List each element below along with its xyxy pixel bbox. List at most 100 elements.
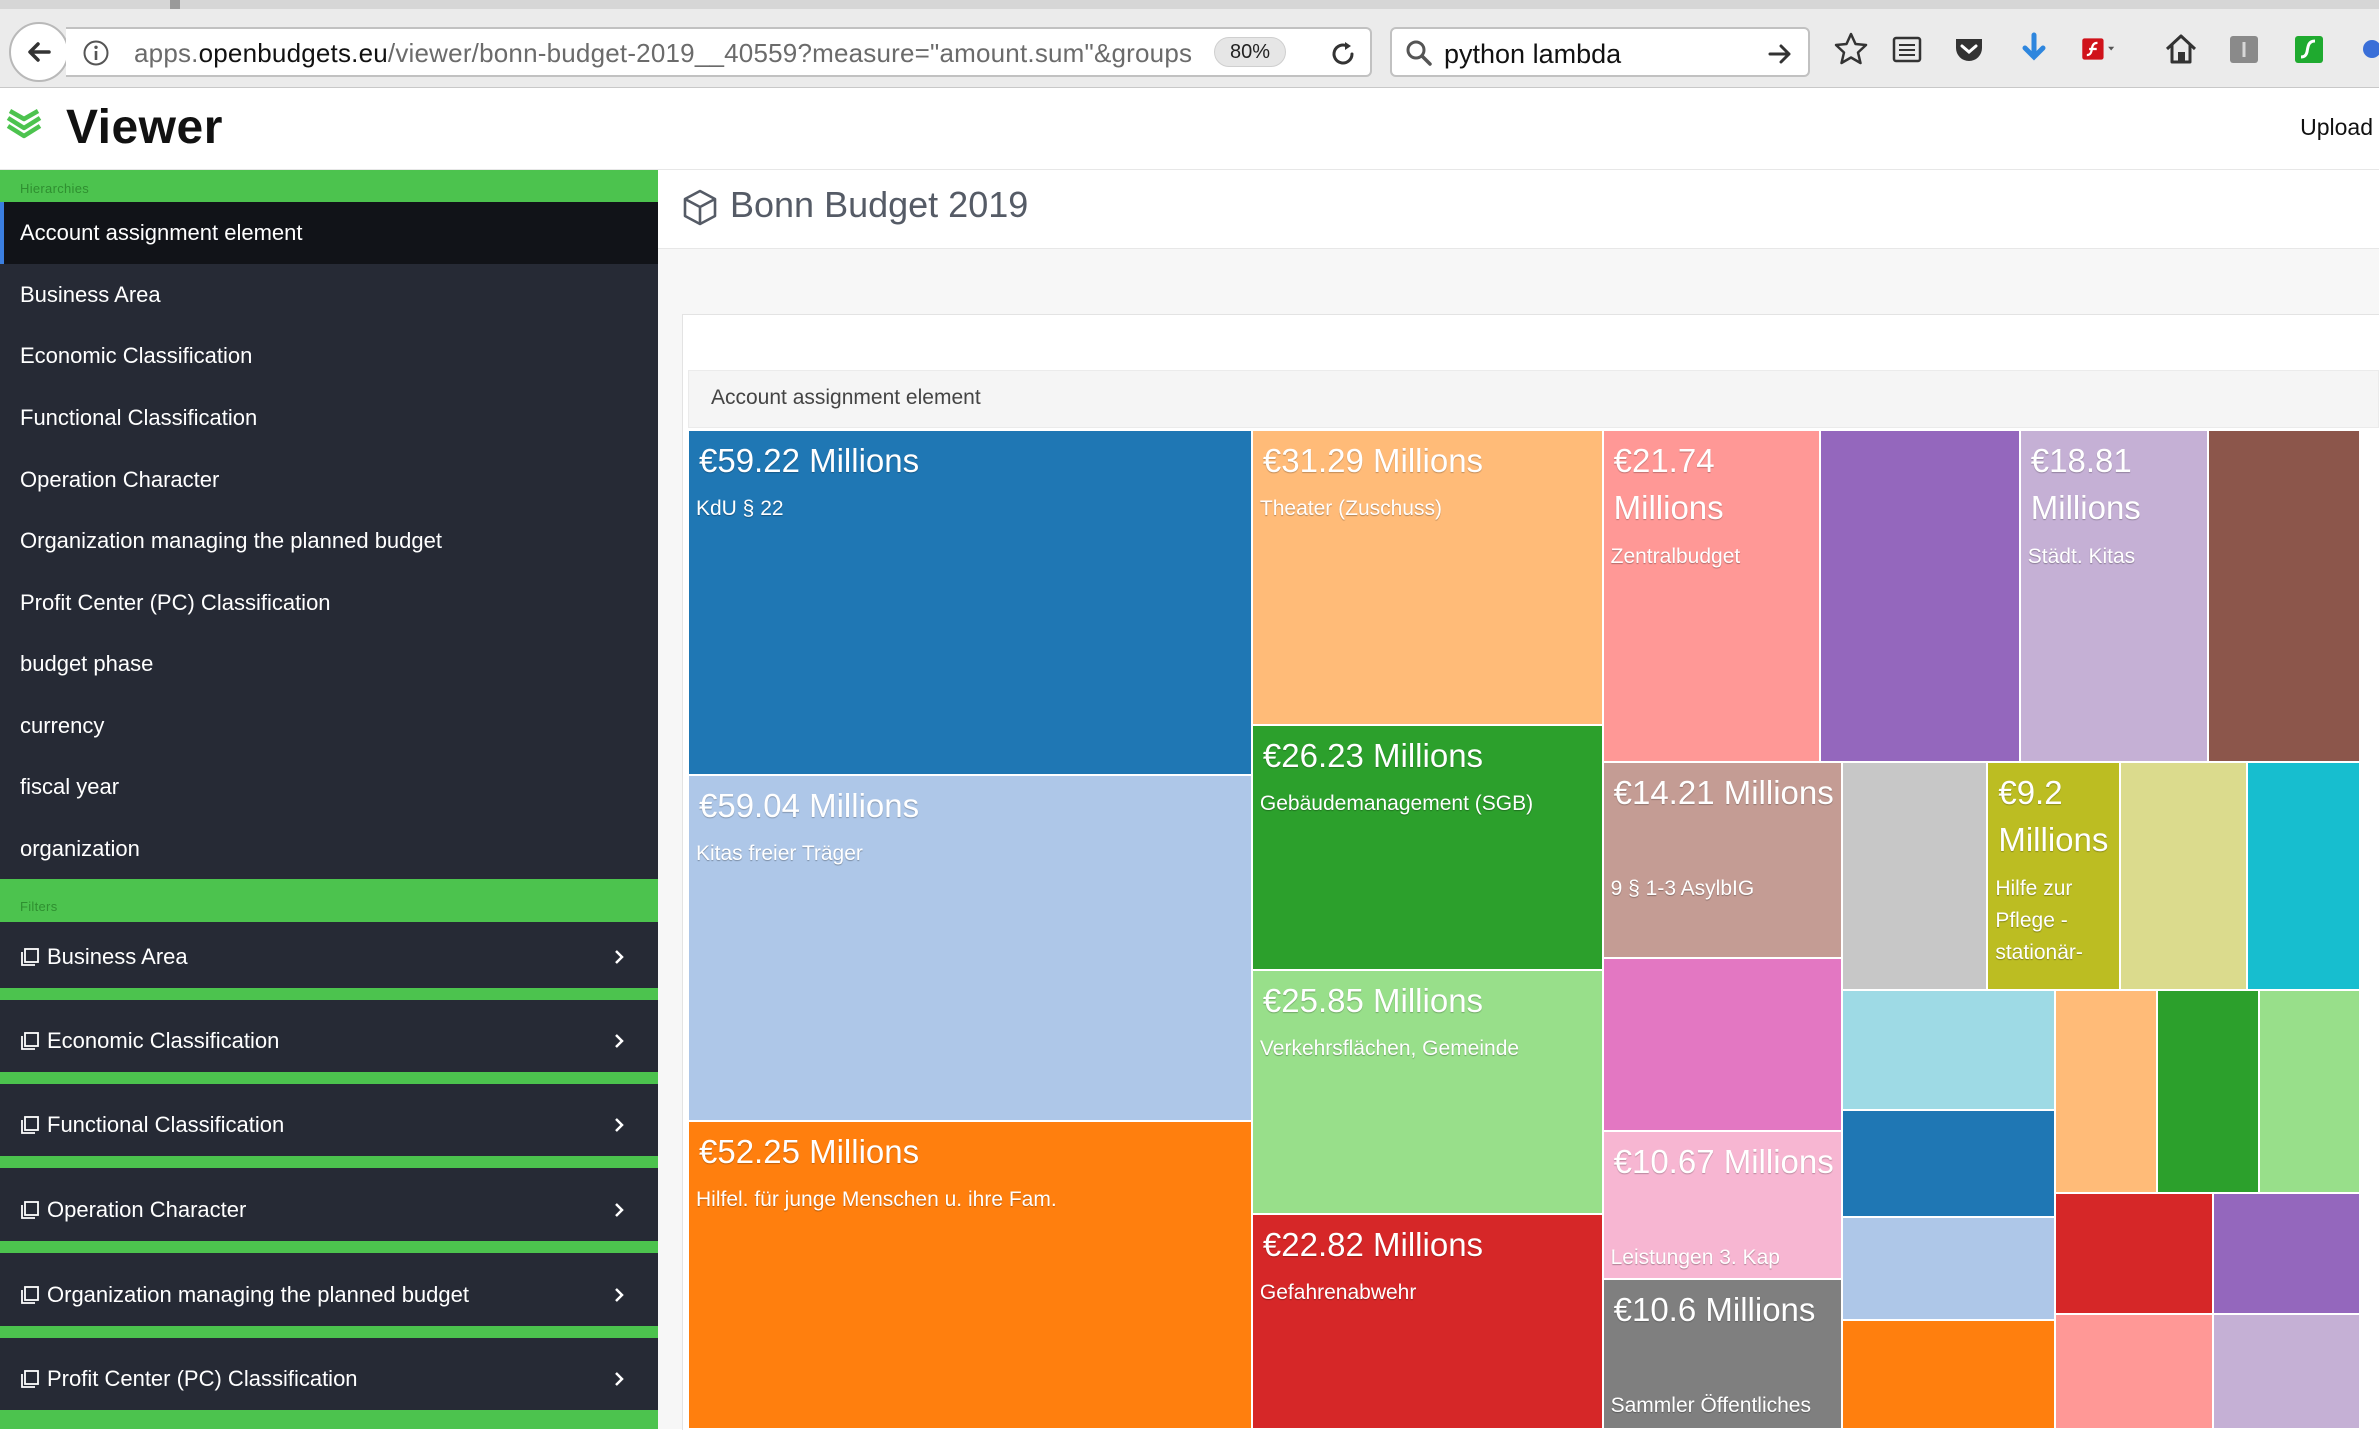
treemap-cell-label: Zentralbudget (1610, 545, 1741, 568)
treemap-cell[interactable]: €52.25 Millions Hilfel. für junge Mensche… (688, 1120, 1252, 1429)
treemap-cell-label: KdU § 22 (696, 497, 784, 520)
treemap-cell-value: €25.85 Millions (1262, 982, 1484, 1020)
treemap-cell[interactable] (1842, 1320, 2056, 1429)
treemap-cell[interactable] (2212, 1192, 2360, 1315)
treemap-cell-value: €59.22 Millions (699, 442, 920, 479)
treemap-cell-label: Hilfel. für junge Menschen u. ihre Fam. (696, 1187, 1057, 1211)
address-bar[interactable]: apps.openbudgets.eu/viewer/bonn-budget-2… (66, 27, 1372, 77)
treemap-cell[interactable] (2208, 430, 2360, 762)
bookmark-star-icon[interactable] (1832, 30, 1870, 68)
section-divider (0, 879, 658, 890)
treemap-cell[interactable] (2120, 761, 2247, 991)
hierarchy-item-fiscal-year[interactable]: fiscal year (0, 756, 658, 818)
green-extension-icon[interactable] (2290, 30, 2328, 68)
treemap-cell[interactable] (1602, 958, 1843, 1132)
treemap-cell[interactable] (2055, 1192, 2213, 1315)
filter-business-area[interactable]: Business Area (0, 926, 658, 988)
treemap-cell-value: €22.82 Millions (1262, 1226, 1484, 1264)
home-icon[interactable] (2162, 30, 2200, 68)
search-bar[interactable]: python lambda (1390, 27, 1810, 77)
treemap-cell[interactable]: €25.85 Millions Verkehrsflächen, Gemeinde (1251, 970, 1603, 1215)
treemap-cell[interactable]: €14.21 Millions 9 § 1-3 AsylbIG (1602, 761, 1843, 959)
hierarchy-item-budget-phase[interactable]: budget phase (0, 633, 658, 695)
treemap-cell[interactable] (2212, 1314, 2360, 1429)
treemap-cell[interactable]: €59.22 Millions KdU § 22 (688, 430, 1252, 776)
treemap-cell-value: €18.81 Millions (2030, 442, 2141, 526)
chevron-right-icon (615, 1372, 624, 1386)
treemap-cell[interactable] (2055, 990, 2158, 1193)
arrow-right-icon[interactable] (1766, 40, 1794, 68)
search-input[interactable]: python lambda (1444, 39, 1621, 70)
treemap-cell[interactable]: €10.67 Millions Leistungen 3. Kap (1602, 1131, 1843, 1279)
chevron-right-icon (615, 1118, 624, 1132)
copy-icon (21, 1370, 39, 1388)
treemap-cell[interactable] (1842, 761, 1988, 991)
treemap-cell[interactable]: €31.29 Millions Theater (Zuschuss) (1251, 430, 1603, 725)
url-text[interactable]: apps.openbudgets.eu/viewer/bonn-budget-2… (134, 38, 1192, 69)
treemap-cell[interactable]: €18.81 Millions Städt. Kitas (2019, 430, 2209, 762)
filter-label: Organization managing the planned budget (47, 1282, 469, 1307)
treemap-cell[interactable] (2259, 990, 2360, 1193)
treemap-cell[interactable] (2246, 761, 2360, 991)
download-icon[interactable] (2015, 30, 2053, 68)
hierarchy-item-economic-classification[interactable]: Economic Classification (0, 325, 658, 387)
filter-divider (0, 988, 658, 1000)
treemap-cell-value: €26.23 Millions (1262, 736, 1484, 774)
treemap-cell[interactable] (1842, 1217, 2056, 1321)
treemap-cell[interactable]: €59.04 Millions Kitas freier Träger (688, 775, 1252, 1121)
treemap-cell-label: Theater (Zuschuss) (1259, 497, 1442, 520)
filters-label: Filters (20, 899, 58, 914)
treemap-cell[interactable]: €9.2 Millions Hilfe zur Pflege -stationär… (1987, 761, 2121, 991)
main-content: Bonn Budget 2019 Account assignment elem… (658, 170, 2379, 1430)
filter-divider (0, 1241, 658, 1253)
treemap-cell-value: €52.25 Millions (699, 1132, 920, 1170)
treemap-cell-value: €9.2 Millions (1998, 773, 2109, 858)
treemap-cell[interactable] (1842, 990, 2056, 1110)
extension-icon[interactable] (2225, 30, 2263, 68)
treemap-cell[interactable]: €10.6 Millions Sammler Öffentliches Grün (1602, 1278, 1843, 1429)
chevron-right-icon (615, 950, 624, 964)
treemap-chart[interactable]: €59.22 Millions KdU § 22 €59.04 Millions K… (688, 430, 2379, 1429)
treemap-cell[interactable] (1842, 1110, 2056, 1218)
treemap-cell[interactable]: €22.82 Millions Gefahrenabwehr (1251, 1214, 1603, 1429)
treemap-cell-value: €31.29 Millions (1262, 442, 1484, 479)
treemap-cell[interactable]: €26.23 Millions Gebäudemanagement (SGB) (1251, 724, 1603, 971)
upload-link[interactable]: Upload (2300, 114, 2373, 141)
filter-economic-classification[interactable]: Economic Classification (0, 1010, 658, 1072)
treemap-cell[interactable]: €21.74 Millions Zentralbudget (1602, 430, 1821, 762)
treemap-cell-value: €21.74 Millions (1613, 442, 1724, 526)
layers-logo-icon[interactable] (4, 106, 44, 146)
filter-organization-managing[interactable]: Organization managing the planned budget (0, 1264, 658, 1326)
browser-toolbar: apps.openbudgets.eu/viewer/bonn-budget-2… (0, 0, 2379, 88)
filter-divider (0, 1156, 658, 1168)
hierarchy-item-currency[interactable]: currency (0, 695, 658, 757)
filter-label: Economic Classification (47, 1028, 280, 1053)
flash-plugin-icon[interactable] (2080, 30, 2118, 68)
overflow-icon[interactable] (2354, 30, 2379, 68)
back-button[interactable] (9, 22, 69, 82)
treemap-cell-label: Verkehrsflächen, Gemeinde (1259, 1037, 1520, 1061)
hierarchy-item-account-assignment[interactable]: Account assignment element (0, 202, 658, 264)
filter-profit-center[interactable]: Profit Center (PC) Classification (0, 1348, 658, 1410)
reading-list-icon[interactable] (1888, 30, 1926, 68)
treemap-cell[interactable] (1820, 430, 2020, 762)
filter-divider (0, 1410, 658, 1429)
treemap-cell-value: €10.67 Millions (1613, 1143, 1834, 1181)
filter-functional-classification[interactable]: Functional Classification (0, 1094, 658, 1156)
copy-icon (21, 1201, 39, 1219)
hierarchy-item-organization-managing[interactable]: Organization managing the planned budget (0, 510, 658, 572)
hierarchy-item-organization[interactable]: organization (0, 818, 658, 880)
filter-operation-character[interactable]: Operation Character (0, 1179, 658, 1241)
reload-icon[interactable] (1328, 39, 1358, 69)
info-icon[interactable] (82, 39, 110, 67)
treemap-cell[interactable] (2055, 1314, 2213, 1429)
treemap-cell-label: Kitas freier Träger (696, 842, 863, 866)
hierarchy-item-business-area[interactable]: Business Area (0, 264, 658, 326)
pocket-icon[interactable] (1950, 30, 1988, 68)
hierarchy-item-functional-classification[interactable]: Functional Classification (0, 387, 658, 449)
search-icon (1406, 40, 1432, 66)
zoom-level[interactable]: 80% (1214, 37, 1286, 67)
treemap-cell[interactable] (2157, 990, 2260, 1193)
hierarchy-item-operation-character[interactable]: Operation Character (0, 449, 658, 511)
hierarchy-item-profit-center[interactable]: Profit Center (PC) Classification (0, 572, 658, 634)
